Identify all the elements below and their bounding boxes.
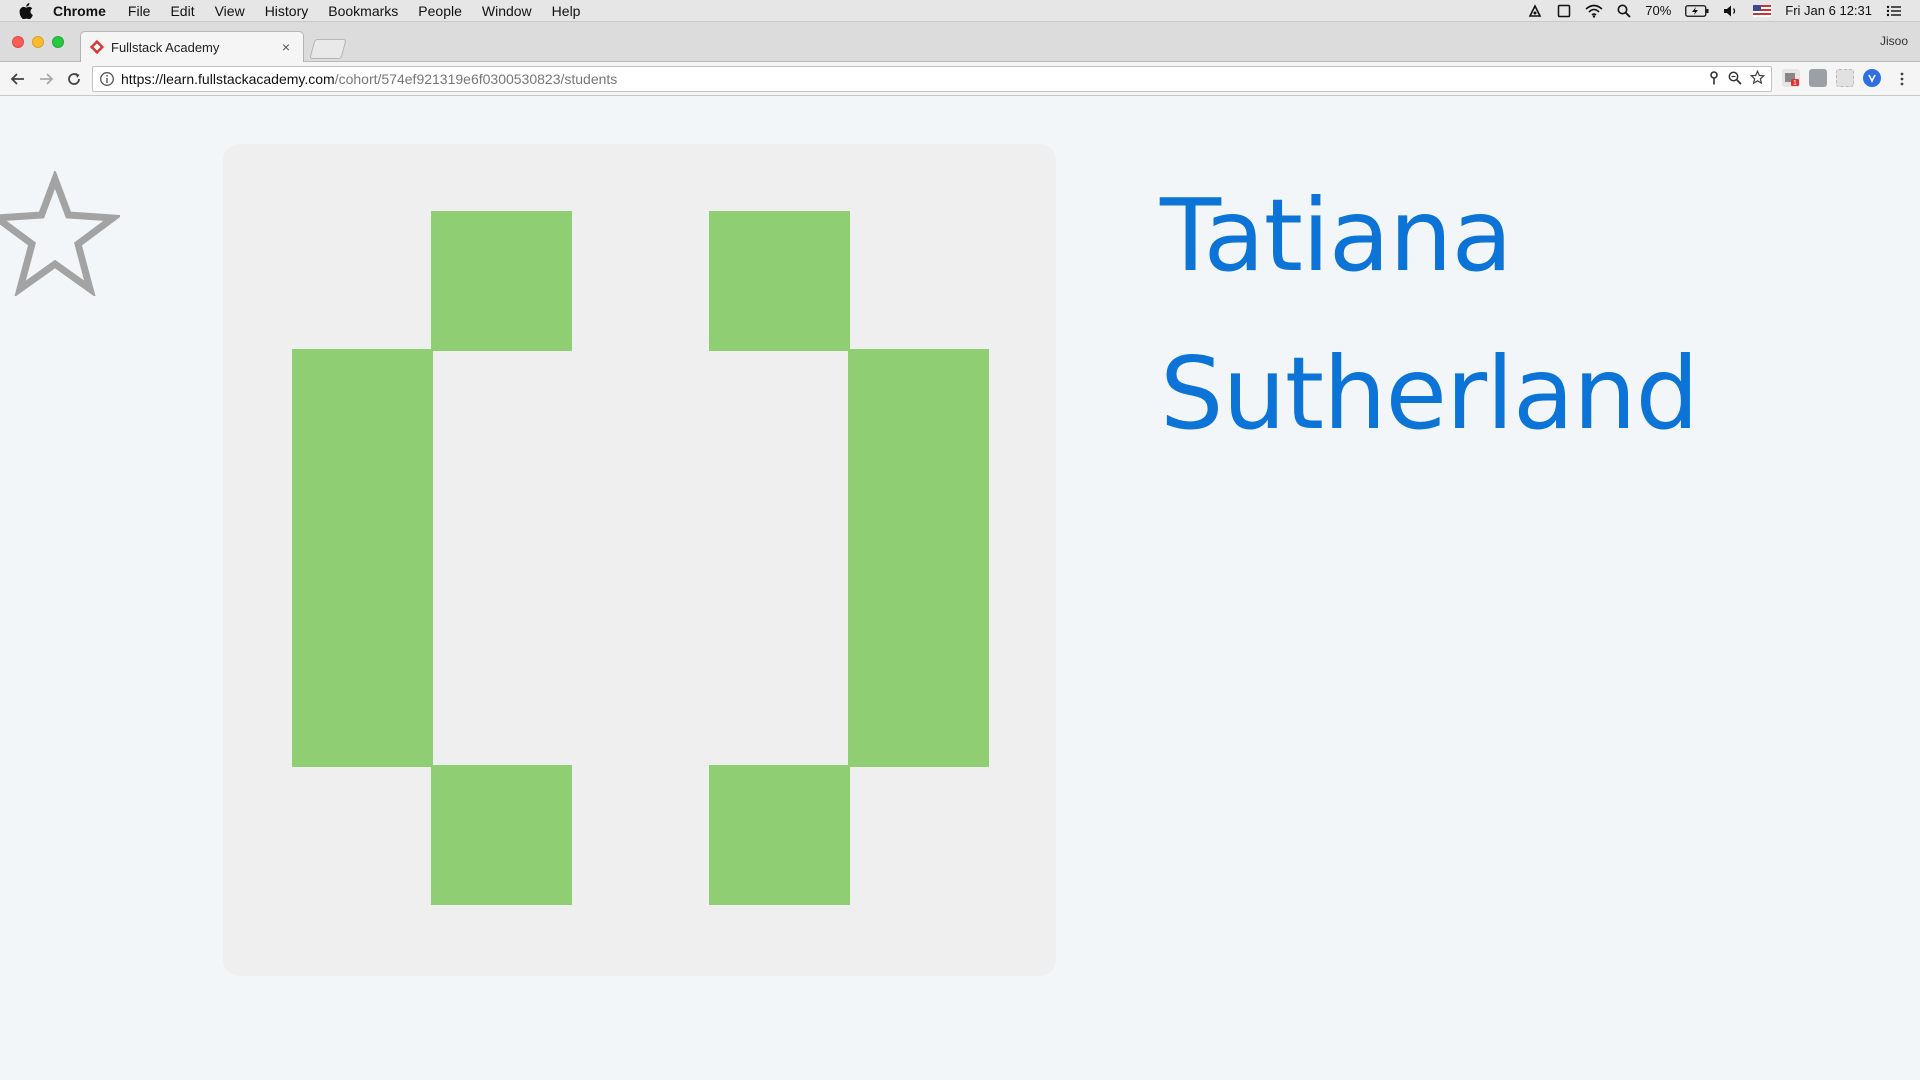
menu-window[interactable]: Window	[482, 0, 532, 22]
address-bar[interactable]: https://learn.fullstackacademy.com /coho…	[92, 66, 1772, 92]
url-path: /cohort/574ef921319e6f0300530823/student…	[334, 71, 618, 87]
menu-bookmarks[interactable]: Bookmarks	[328, 0, 398, 22]
extension-icon-4[interactable]	[1863, 69, 1881, 87]
tab-close-icon[interactable]: ×	[279, 39, 293, 55]
extension-icon-1[interactable]: 1	[1782, 69, 1800, 87]
new-tab-button[interactable]	[309, 39, 347, 59]
battery-icon[interactable]	[1685, 4, 1709, 17]
forward-icon[interactable]	[36, 69, 56, 89]
window-icon[interactable]	[1557, 4, 1571, 18]
menu-history[interactable]: History	[265, 0, 309, 22]
apple-icon[interactable]	[19, 2, 37, 19]
page-content: Tatiana Sutherland	[0, 97, 1920, 1080]
fullstack-favicon-icon	[89, 39, 105, 55]
extension-icon-2[interactable]	[1809, 69, 1827, 87]
window-close-button[interactable]	[12, 36, 24, 48]
menu-edit[interactable]: Edit	[170, 0, 194, 22]
menu-people[interactable]: People	[418, 0, 462, 22]
clock[interactable]: Fri Jan 6 12:31	[1785, 3, 1872, 18]
flag-icon[interactable]	[1753, 4, 1772, 17]
info-icon[interactable]	[99, 71, 115, 87]
menu-app-name[interactable]: Chrome	[53, 0, 106, 22]
key-icon[interactable]	[1708, 70, 1720, 88]
status-app-icon[interactable]	[1527, 3, 1543, 19]
mac-menubar: Chrome File Edit View History Bookmarks …	[0, 0, 1920, 22]
window-maximize-button[interactable]	[52, 36, 64, 48]
avatar-block	[292, 349, 433, 767]
chrome-menu-icon[interactable]	[1892, 69, 1912, 89]
student-last-name: Sutherland	[1160, 335, 1699, 452]
zoom-icon[interactable]	[1728, 71, 1742, 88]
avatar-block	[709, 765, 850, 905]
list-icon[interactable]	[1886, 4, 1902, 18]
menu-help[interactable]: Help	[552, 0, 581, 22]
bookmark-star-icon[interactable]	[1749, 69, 1766, 88]
avatar-block	[431, 211, 572, 351]
window-minimize-button[interactable]	[32, 36, 44, 48]
menu-view[interactable]: View	[215, 0, 245, 22]
tab-strip: Fullstack Academy × Jisoo	[0, 22, 1920, 62]
avatar-block	[431, 765, 572, 905]
student-avatar	[223, 144, 1056, 976]
star-icon[interactable]	[0, 169, 123, 298]
back-icon[interactable]	[8, 69, 28, 89]
avatar-block	[709, 211, 850, 351]
extension-icon-3[interactable]	[1836, 69, 1854, 87]
tab-title: Fullstack Academy	[111, 39, 220, 55]
url-host: https://learn.fullstackacademy.com	[121, 71, 335, 87]
avatar-block	[848, 349, 989, 767]
profile-name[interactable]: Jisoo	[1880, 34, 1908, 48]
student-first-name: Tatiana	[1160, 177, 1513, 294]
volume-icon[interactable]	[1723, 4, 1739, 18]
tab-fullstack-academy[interactable]: Fullstack Academy ×	[80, 31, 304, 62]
menu-file[interactable]: File	[128, 0, 151, 22]
browser-toolbar: https://learn.fullstackacademy.com /coho…	[0, 62, 1920, 96]
extension-badge: 1	[1793, 80, 1797, 86]
battery-percent: 70%	[1645, 3, 1672, 18]
wifi-icon[interactable]	[1585, 4, 1603, 18]
reload-icon[interactable]	[64, 69, 84, 89]
student-name: Tatiana Sutherland	[1160, 157, 1699, 473]
search-icon[interactable]	[1617, 4, 1631, 18]
